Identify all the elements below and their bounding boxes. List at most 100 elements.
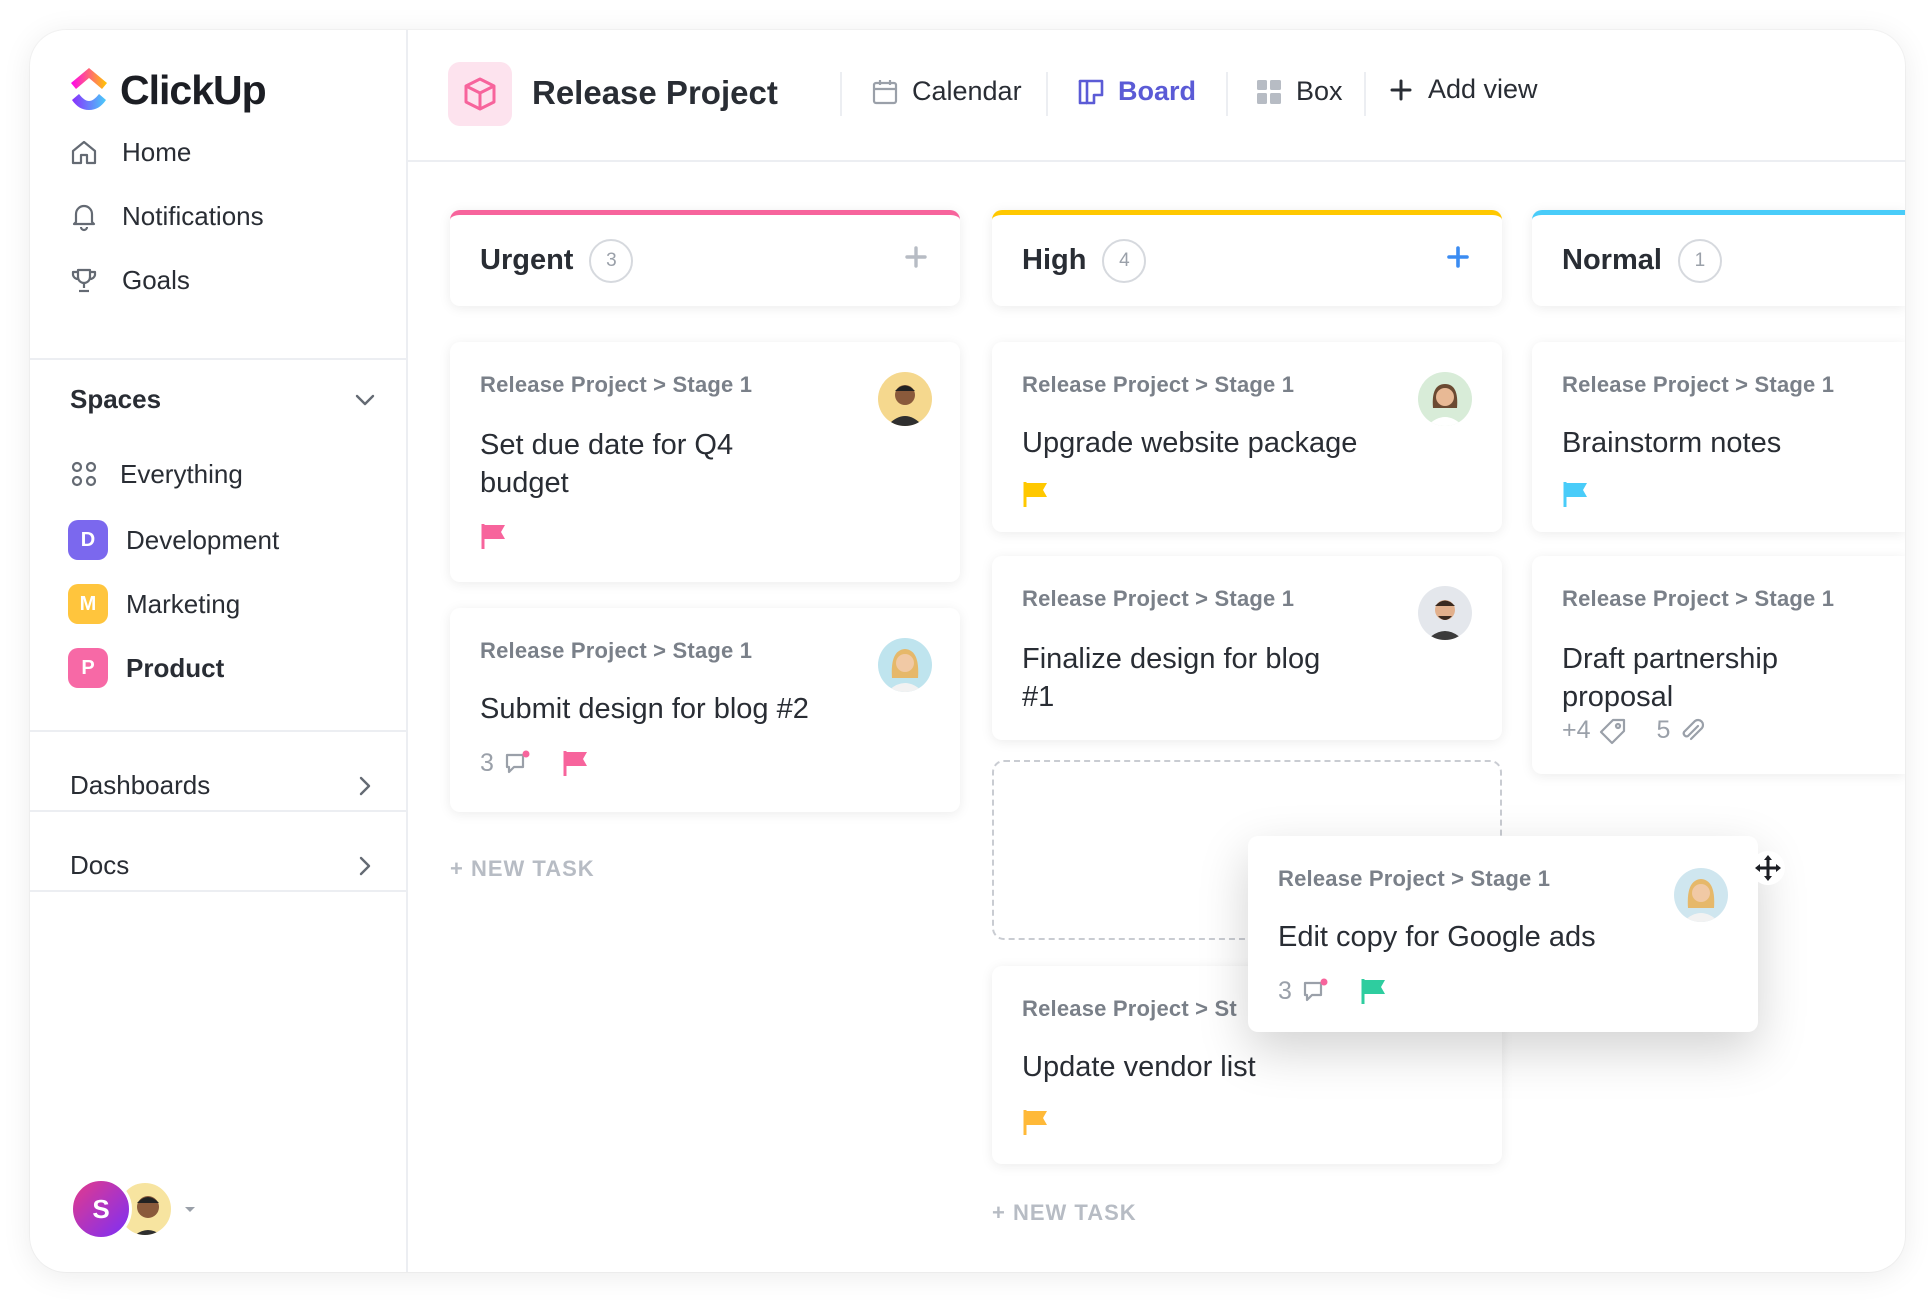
view-separator: [840, 72, 842, 116]
space-badge: M: [68, 584, 108, 624]
assignee-avatar[interactable]: [1418, 372, 1472, 426]
priority-flag-icon[interactable]: [1360, 977, 1388, 1005]
comment-count-value: 3: [480, 748, 494, 777]
view-label: Board: [1118, 76, 1197, 106]
sidebar-item-notifications[interactable]: Notifications: [68, 200, 264, 232]
priority-flag-icon[interactable]: [1022, 480, 1050, 508]
assignee-avatar[interactable]: [1418, 586, 1472, 640]
task-card[interactable]: Release Project > Stage 1 Upgrade websit…: [992, 342, 1502, 532]
view-label: Box: [1296, 76, 1343, 106]
spaces-label: Spaces: [70, 384, 162, 414]
move-cursor-icon: [1751, 851, 1785, 885]
sidebar-item-label: Home: [122, 136, 192, 167]
divider: [30, 810, 408, 812]
priority-flag-icon[interactable]: [1562, 480, 1590, 508]
sidebar-space-product[interactable]: P Product: [68, 648, 224, 688]
dragged-task-card[interactable]: Release Project > Stage 1 Edit copy for …: [1248, 836, 1758, 1032]
sidebar-item-everything[interactable]: Everything: [68, 458, 243, 490]
column-header-urgent[interactable]: Urgent 3: [450, 210, 960, 306]
tag-icon: [1599, 718, 1625, 744]
view-separator: [1364, 72, 1366, 116]
task-card[interactable]: Release Project > Stage 1 Finalize desig…: [992, 556, 1502, 740]
priority-flag-icon[interactable]: [1022, 1108, 1050, 1136]
attachment-count[interactable]: 5: [1657, 716, 1707, 745]
task-title: Draft partnership proposal: [1562, 643, 1778, 713]
clickup-logo[interactable]: ClickUp: [68, 66, 267, 114]
user-avatars[interactable]: S: [70, 1178, 200, 1240]
trophy-icon: [71, 268, 97, 293]
column-title: High: [1022, 244, 1087, 276]
task-card[interactable]: Release Project > Stage 1 Draft partners…: [1532, 556, 1905, 774]
assignee-avatar[interactable]: [1674, 868, 1728, 922]
column-count: 3: [589, 238, 634, 283]
sidebar-item-goals[interactable]: Goals: [68, 264, 190, 296]
task-title: Submit design for blog #2: [480, 693, 809, 725]
sidebar-item-docs[interactable]: Docs: [70, 850, 378, 881]
task-breadcrumb: Release Project > Stage 1: [1562, 372, 1835, 397]
sidebar-item-home[interactable]: Home: [68, 136, 191, 168]
task-card[interactable]: Release Project > Stage 1 Set due date f…: [450, 342, 960, 582]
task-title: Set due date for Q4 budget: [480, 429, 734, 499]
space-badge: P: [68, 648, 108, 688]
task-title: Update vendor list: [1022, 1051, 1256, 1083]
task-breadcrumb: Release Project > Stage 1: [1022, 372, 1295, 397]
add-view-button[interactable]: Add view: [1386, 74, 1538, 105]
task-breadcrumb: Release Project > Stage 1: [480, 372, 753, 397]
assignee-avatar[interactable]: [878, 372, 932, 426]
task-breadcrumb: Release Project > Stage 1: [480, 638, 753, 663]
comment-count-value: 3: [1278, 976, 1292, 1005]
person-avatar-icon: [887, 649, 923, 692]
sidebar-item-label: Marketing: [126, 588, 241, 619]
clickup-logo-icon: [71, 68, 107, 110]
priority-flag-icon[interactable]: [480, 522, 508, 550]
new-task-button-urgent[interactable]: + NEW TASK: [450, 856, 595, 882]
task-title: Upgrade website package: [1022, 427, 1358, 459]
task-card[interactable]: Release Project > Stage 1 Submit design …: [450, 608, 960, 812]
caret-down-icon[interactable]: [180, 1199, 200, 1219]
cube-icon: [464, 77, 496, 111]
sidebar-space-development[interactable]: D Development: [68, 520, 279, 560]
spaces-header[interactable]: Spaces: [70, 384, 378, 415]
task-breadcrumb: Release Project > Stage 1: [1022, 586, 1295, 611]
sidebar: ClickUp Home Notifications Goals Spaces …: [30, 30, 408, 1272]
sidebar-item-label: Goals: [122, 264, 190, 295]
task-title: Finalize design for blog #1: [1022, 643, 1321, 713]
column-header-high[interactable]: High 4: [992, 210, 1502, 306]
view-label: Add view: [1428, 74, 1538, 104]
column-header-normal[interactable]: Normal 1: [1532, 210, 1905, 306]
user-avatar[interactable]: S: [70, 1178, 132, 1240]
view-label: Calendar: [912, 76, 1022, 106]
person-avatar-icon: [1683, 879, 1719, 922]
task-card[interactable]: Release Project > Stage 1 Brainstorm not…: [1532, 342, 1905, 532]
person-avatar-icon: [887, 385, 923, 426]
add-task-plus-icon[interactable]: [1442, 241, 1474, 273]
chevron-down-icon[interactable]: [352, 387, 378, 413]
column-count: 1: [1677, 238, 1722, 283]
calendar-icon: [872, 79, 898, 104]
app-window: ClickUp Home Notifications Goals Spaces …: [30, 30, 1905, 1272]
sidebar-space-marketing[interactable]: M Marketing: [68, 584, 240, 624]
task-title: Brainstorm notes: [1562, 427, 1782, 459]
person-avatar-icon: [1427, 384, 1463, 426]
comment-count[interactable]: 3: [480, 748, 532, 778]
priority-flag-icon[interactable]: [562, 749, 590, 777]
new-task-button-high[interactable]: + NEW TASK: [992, 1200, 1137, 1226]
view-tab-box[interactable]: Box: [1254, 76, 1343, 107]
sidebar-item-label: Everything: [120, 458, 243, 489]
tag-count[interactable]: +4: [1562, 716, 1627, 745]
divider: [30, 730, 408, 732]
add-task-plus-icon[interactable]: [900, 241, 932, 273]
chevron-right-icon: [359, 856, 371, 875]
task-breadcrumb: Release Project > Stage 1: [1278, 866, 1551, 891]
column-title: Urgent: [480, 244, 574, 276]
board-icon: [1078, 79, 1104, 104]
comment-icon: [505, 750, 530, 774]
comment-count[interactable]: 3: [1278, 976, 1330, 1006]
divider: [30, 890, 408, 892]
assignee-avatar[interactable]: [878, 638, 932, 692]
plus-icon: [1390, 79, 1412, 100]
view-tab-board[interactable]: Board: [1076, 76, 1196, 107]
sidebar-item-label: Development: [126, 524, 280, 555]
sidebar-item-dashboards[interactable]: Dashboards: [70, 770, 378, 801]
view-tab-calendar[interactable]: Calendar: [870, 76, 1022, 107]
